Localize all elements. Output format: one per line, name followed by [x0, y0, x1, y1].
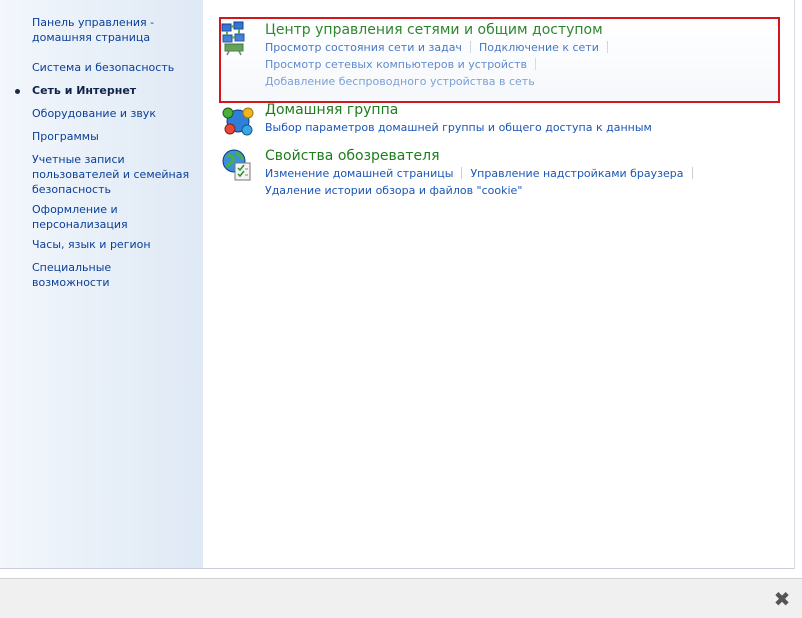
change-home-page-link[interactable]: Изменение домашней страницы — [265, 167, 453, 180]
bottom-bar: ✖ — [0, 578, 802, 618]
network-center-icon — [221, 21, 245, 56]
sidebar-item-clock-language[interactable]: Часы, язык и регион — [32, 237, 192, 252]
sidebar-item-system-security[interactable]: Система и безопасность — [32, 60, 192, 75]
sidebar-item-ease-of-access[interactable]: Специальные возможности — [32, 260, 192, 290]
internet-options-icon — [222, 149, 251, 181]
homegroup-options-link[interactable]: Выбор параметров домашней группы и общег… — [265, 121, 652, 134]
connect-to-network-link[interactable]: Подключение к сети — [479, 41, 599, 54]
sidebar-item-hardware-sound[interactable]: Оборудование и звук — [32, 106, 192, 121]
active-bullet-icon — [15, 89, 20, 94]
sidebar-item-control-panel-home[interactable]: Панель управления - домашняя страница — [32, 15, 192, 45]
sidebar-item-network-internet[interactable]: Сеть и Интернет — [32, 83, 192, 98]
add-wireless-device-link[interactable]: Добавление беспроводного устройства в се… — [265, 75, 535, 88]
control-panel-window: Панель управления - домашняя страница Си… — [0, 0, 795, 569]
sidebar-item-appearance[interactable]: Оформление и персонализация — [32, 202, 192, 232]
main-content: Центр управления сетями и общим доступом… — [203, 0, 794, 568]
homegroup-icon — [222, 107, 254, 136]
close-icon[interactable]: ✖ — [772, 589, 792, 609]
homegroup-title[interactable]: Домашняя группа — [265, 101, 398, 119]
internet-options-title[interactable]: Свойства обозревателя — [265, 147, 440, 165]
view-network-status-link[interactable]: Просмотр состояния сети и задач — [265, 41, 462, 54]
network-center-links: Просмотр состояния сети и задач Подключен… — [265, 40, 616, 91]
sidebar: Панель управления - домашняя страница Си… — [0, 0, 203, 568]
homegroup-links: Выбор параметров домашней группы и общег… — [265, 120, 652, 137]
link-separator — [535, 58, 536, 70]
sidebar-item-programs[interactable]: Программы — [32, 129, 192, 144]
link-separator — [461, 167, 463, 179]
link-separator — [691, 167, 693, 179]
sidebar-item-user-accounts[interactable]: Учетные записи пользователей и семейная … — [32, 152, 192, 197]
delete-history-link[interactable]: Удаление истории обзора и файлов "cookie… — [265, 184, 522, 197]
view-network-computers-link[interactable]: Просмотр сетевых компьютеров и устройств — [265, 58, 527, 71]
internet-options-links: Изменение домашней страницы Управление на… — [265, 166, 701, 200]
manage-addons-link[interactable]: Управление надстройками браузера — [470, 167, 683, 180]
link-separator — [469, 41, 471, 53]
link-separator — [606, 41, 608, 53]
network-center-title[interactable]: Центр управления сетями и общим доступом — [265, 21, 603, 39]
